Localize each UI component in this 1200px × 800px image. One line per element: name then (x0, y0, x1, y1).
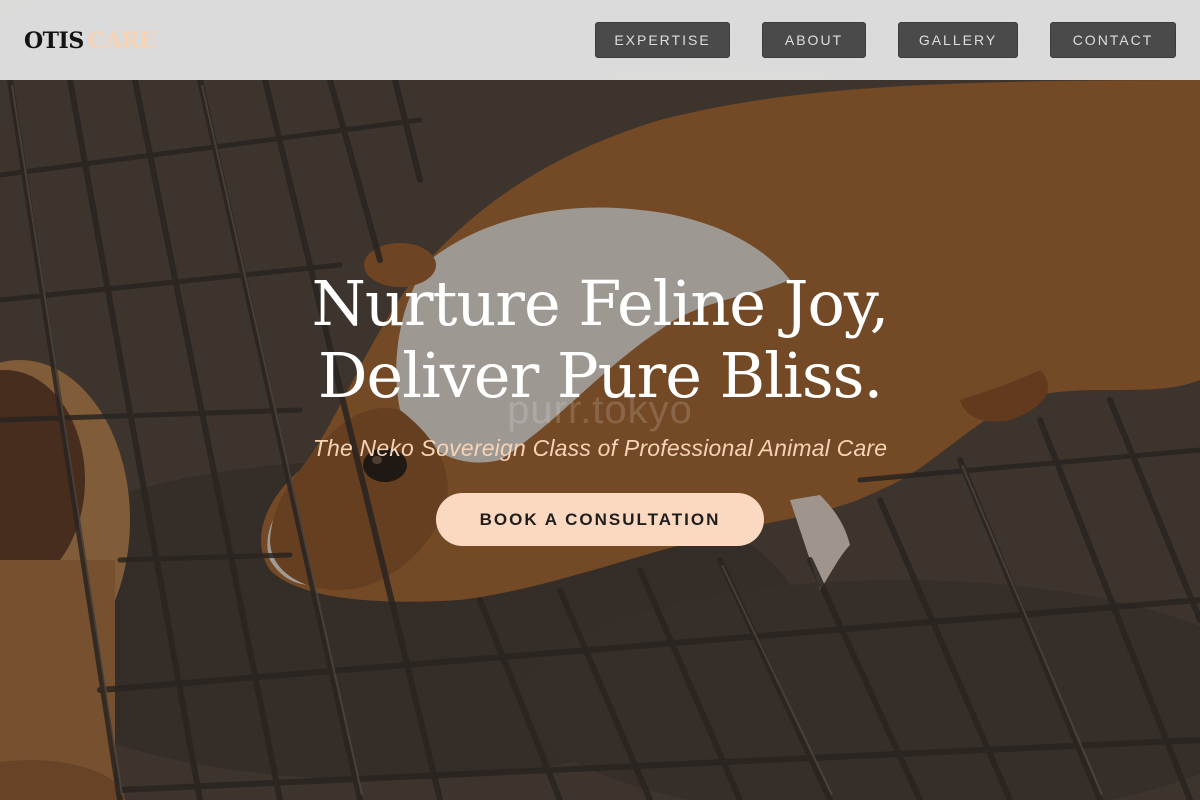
nav-expertise-button[interactable]: EXPERTISE (595, 22, 730, 58)
logo-accent-text: CARE (87, 28, 156, 54)
site-header: OTIS CARE EXPERTISE ABOUT GALLERY CONTACT (0, 0, 1200, 80)
logo-primary-text: OTIS (24, 28, 84, 54)
book-consultation-button[interactable]: BOOK A CONSULTATION (436, 493, 764, 546)
nav-contact-button[interactable]: CONTACT (1050, 22, 1176, 58)
nav-about-button[interactable]: ABOUT (762, 22, 866, 58)
site-logo[interactable]: OTIS CARE (24, 28, 156, 54)
nav-gallery-button[interactable]: GALLERY (898, 22, 1018, 58)
hero-title-line-1: Nurture Feline Joy, (311, 267, 890, 340)
hero-subtitle: The Neko Sovereign Class of Professional… (312, 435, 888, 461)
watermark-text: purr.tokyo (507, 388, 693, 432)
